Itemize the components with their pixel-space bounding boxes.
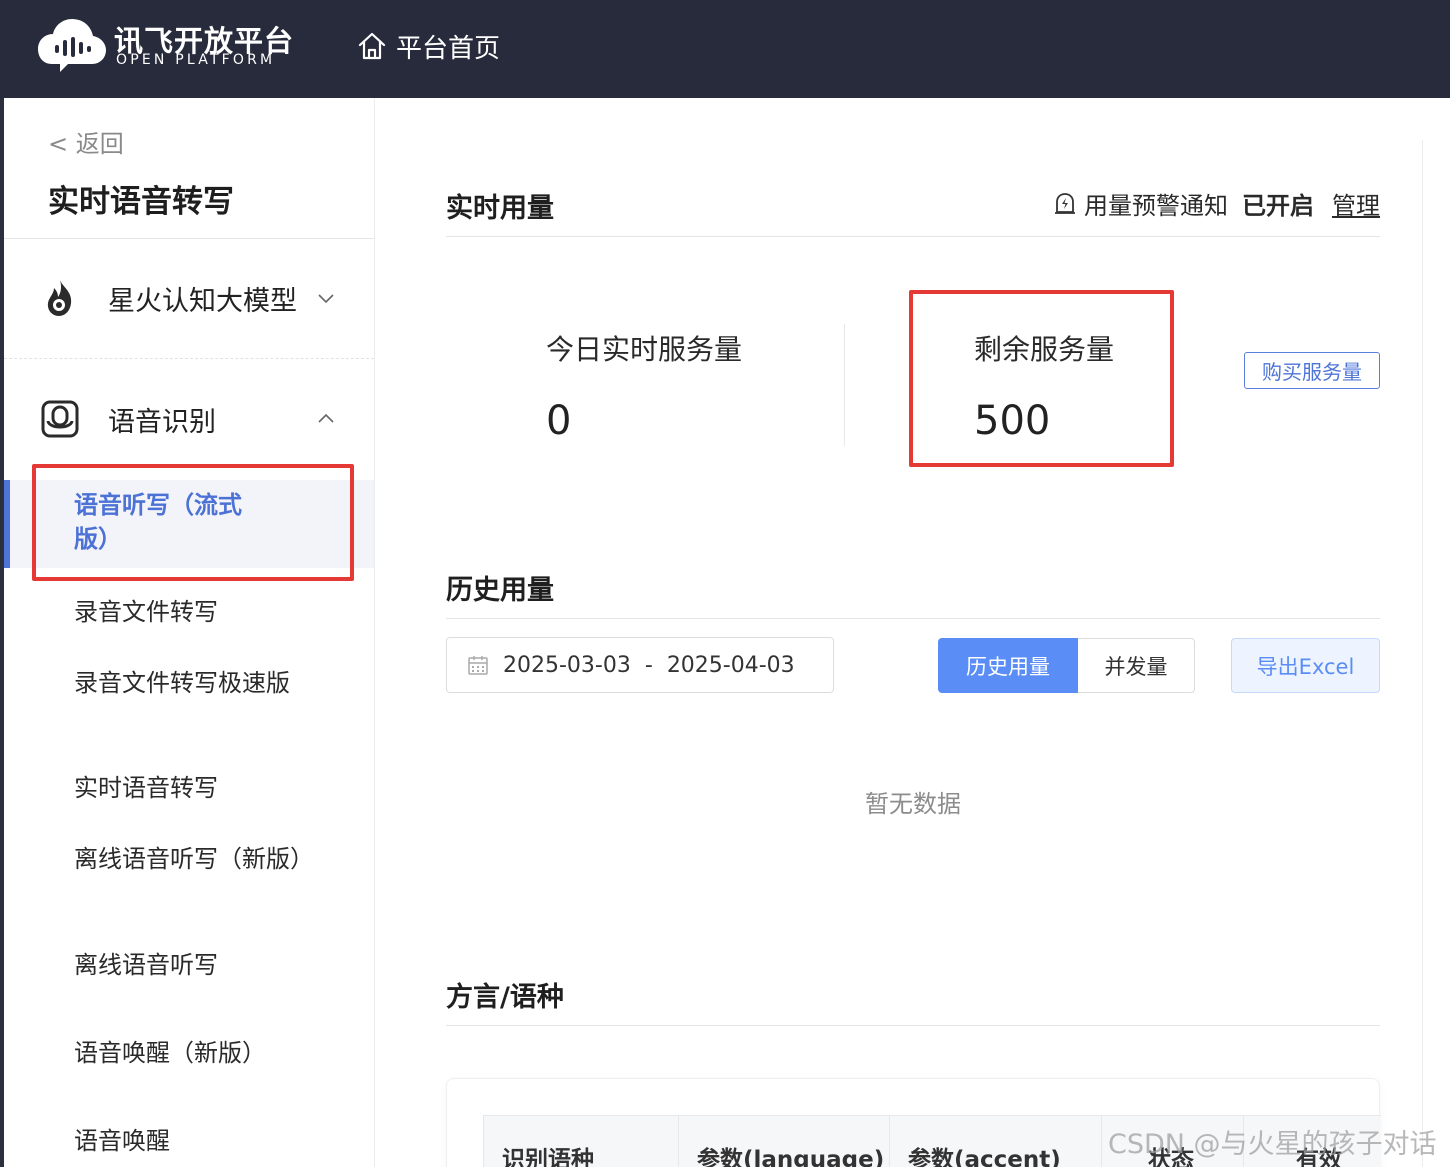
sidebar-group-speech-recognition[interactable]: 语音识别 <box>4 384 374 454</box>
sidebar-item[interactable]: 离线语音听写（新版） <box>74 842 314 877</box>
usage-alert: 用量预警通知 已开启 管理 <box>1052 186 1380 221</box>
top-navigation-bar: 讯飞开放平台 OPEN PLATFORM 平台首页 <box>0 0 1450 98</box>
table-header-row: 识别语种 参数(language) 参数(accent) 状态 有效 <box>483 1115 1381 1167</box>
stat-separator <box>844 324 845 446</box>
date-start: 2025-03-03 <box>503 652 631 678</box>
platform-home-link[interactable]: 平台首页 <box>356 26 500 66</box>
tab-concurrency[interactable]: 并发量 <box>1078 638 1195 693</box>
content-right-border <box>1422 140 1423 1167</box>
sidebar-item[interactable]: 语音唤醒 <box>74 1124 314 1159</box>
sidebar-dashed-divider <box>4 358 374 359</box>
sidebar-item[interactable]: 录音文件转写 <box>74 595 314 630</box>
alert-label: 用量预警通知 <box>1084 192 1228 220</box>
active-indicator <box>4 480 10 568</box>
chevron-up-icon <box>318 413 334 423</box>
section-divider <box>446 618 1380 619</box>
table-header-cell: 识别语种 <box>483 1116 678 1167</box>
tab-history-usage[interactable]: 历史用量 <box>938 638 1078 693</box>
dialect-header: 方言/语种 <box>446 975 1380 1014</box>
remaining-usage-label: 剩余服务量 <box>974 333 1115 366</box>
remaining-usage-value: 500 <box>974 398 1051 444</box>
date-separator: - <box>644 652 653 678</box>
alert-bell-icon <box>1055 192 1075 214</box>
sidebar-group-spark[interactable]: 星火认知大模型 <box>4 263 374 333</box>
section-divider <box>446 1025 1380 1026</box>
today-usage-label: 今日实时服务量 <box>546 333 743 366</box>
table-header-cell: 有效 <box>1243 1116 1381 1167</box>
sidebar-group-label: 语音识别 <box>108 406 216 438</box>
table-header-cell: 状态 <box>1101 1116 1243 1167</box>
chevron-down-icon <box>318 294 334 304</box>
back-link[interactable]: < 返回 <box>48 124 124 159</box>
section-title: 历史用量 <box>446 575 554 606</box>
sidebar-item[interactable]: 录音文件转写极速版 <box>74 666 314 701</box>
spark-flame-icon <box>47 280 72 316</box>
date-end: 2025-04-03 <box>666 652 795 678</box>
dialect-table-card: 识别语种 参数(language) 参数(accent) 状态 有效 <box>446 1078 1381 1167</box>
cloud-logo-icon <box>38 19 106 72</box>
sidebar-item[interactable]: 离线语音听写 <box>74 948 314 983</box>
sidebar-group-label: 星火认知大模型 <box>108 285 297 317</box>
calendar-icon <box>468 656 488 675</box>
platform-logo[interactable]: 讯飞开放平台 OPEN PLATFORM <box>36 14 306 76</box>
sidebar-item[interactable]: 语音唤醒（新版） <box>74 1036 314 1071</box>
buy-service-button[interactable]: 购买服务量 <box>1244 352 1380 389</box>
empty-state-text: 暂无数据 <box>865 790 961 818</box>
manage-link[interactable]: 管理 <box>1332 186 1380 221</box>
sidebar-item[interactable]: 实时语音转写 <box>74 771 314 806</box>
sidebar-divider <box>4 238 374 239</box>
logo-subtitle: OPEN PLATFORM <box>116 52 276 68</box>
sidebar-item-active[interactable]: 语音听写（流式版） <box>4 480 374 568</box>
sidebar-item-label: 语音听写（流式版） <box>74 491 242 553</box>
speech-recognition-icon <box>41 400 79 438</box>
date-range-picker[interactable]: 2025-03-03 - 2025-04-03 <box>446 637 834 693</box>
sidebar-title: 实时语音转写 <box>48 184 234 220</box>
alert-status: 已开启 <box>1242 192 1314 220</box>
section-title: 方言/语种 <box>446 982 564 1013</box>
table-header-cell: 参数(language) <box>678 1116 889 1167</box>
export-excel-button[interactable]: 导出Excel <box>1231 638 1380 693</box>
table-header-cell: 参数(accent) <box>889 1116 1101 1167</box>
history-usage-header: 历史用量 <box>446 568 1380 607</box>
sidebar: < 返回 实时语音转写 星火认知大模型 语音识别 语音听写（流式版） 录音文件转… <box>4 98 375 1167</box>
home-icon <box>358 32 386 60</box>
today-usage-value: 0 <box>546 398 572 444</box>
section-divider <box>446 236 1380 237</box>
home-link-label: 平台首页 <box>396 33 501 64</box>
history-tab-switch: 历史用量 并发量 <box>938 638 1195 693</box>
